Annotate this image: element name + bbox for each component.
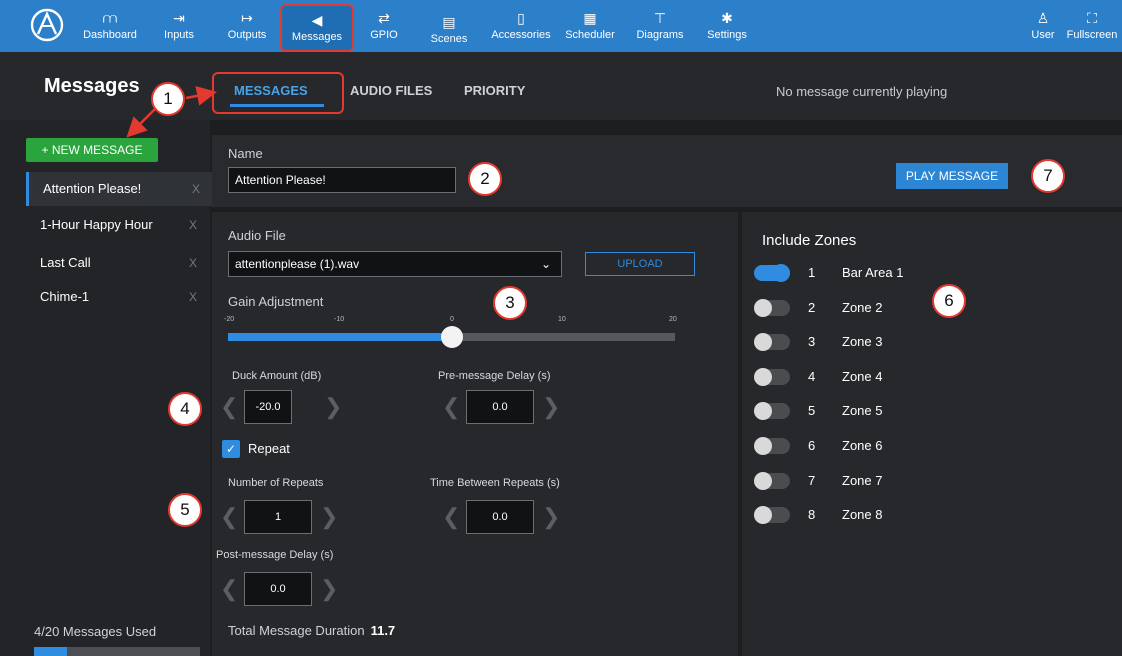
callout-arrows [126, 86, 217, 138]
app-frame: ⩋ Dashboard ⇥ Inputs ↦ Outputs ◀ Message… [0, 0, 1122, 656]
